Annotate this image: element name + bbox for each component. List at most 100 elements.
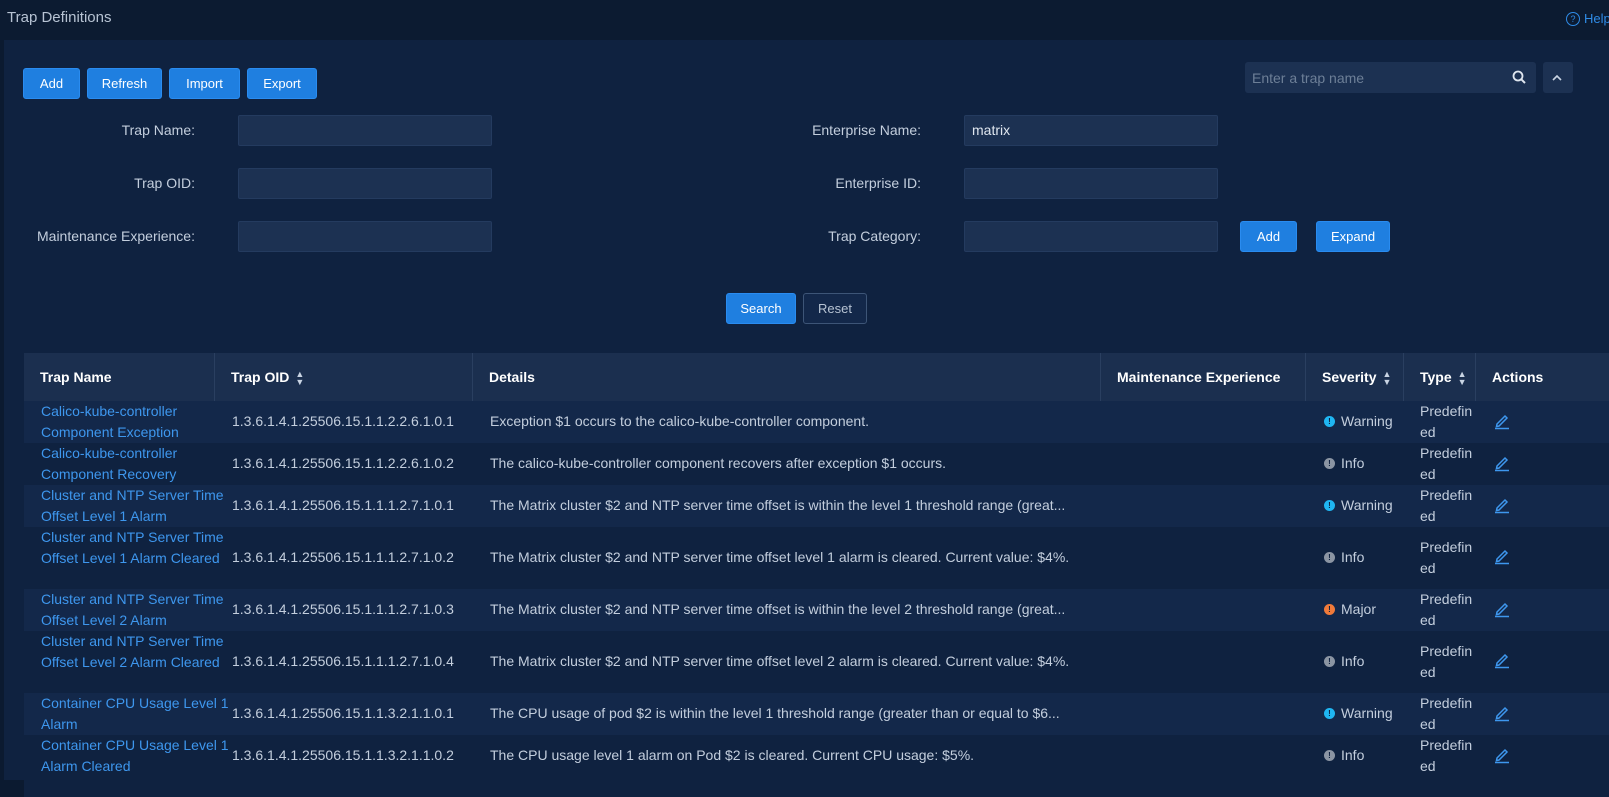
maintenance-experience-label: Maintenance Experience: <box>37 228 195 244</box>
enterprise-id-input[interactable] <box>964 168 1218 199</box>
table-header: Trap Name Trap OID ▲ ▼ Details Maintenance… <box>24 353 1609 401</box>
column-header-trap-oid[interactable]: Trap OID ▲ ▼ <box>215 353 473 401</box>
edit-icon[interactable] <box>1493 547 1511 565</box>
severity-cell: ! Warning <box>1324 495 1414 516</box>
import-button[interactable]: Import <box>169 68 240 99</box>
table-row: Cluster and NTP Server Time Offset Level… <box>24 527 1609 589</box>
details-cell: The Matrix cluster $2 and NTP server tim… <box>490 497 1066 513</box>
severity-info-icon: ! <box>1324 552 1335 563</box>
edit-icon[interactable] <box>1493 454 1511 472</box>
table-row: Cluster and NTP Server Time Offset Level… <box>24 631 1609 693</box>
add-category-button[interactable]: Add <box>1240 221 1297 252</box>
trap-search-box <box>1245 62 1536 93</box>
table-row: Container CPU Usage Level 1 Alarm Cleare… <box>24 735 1609 797</box>
trap-name-link[interactable]: Calico-kube-controller Component Excepti… <box>41 401 231 443</box>
edit-icon[interactable] <box>1493 651 1511 669</box>
sort-icon[interactable]: ▲ ▼ <box>295 370 304 387</box>
trap-oid-cell: 1.3.6.1.4.1.25506.15.1.1.2.2.6.1.0.1 <box>232 413 454 429</box>
details-cell: The CPU usage level 1 alarm on Pod $2 is… <box>490 747 975 763</box>
column-header-trap-name: Trap Name <box>24 353 215 401</box>
maintenance-experience-input[interactable] <box>238 221 492 252</box>
severity-cell: ! Warning <box>1324 703 1414 724</box>
page-title: Trap Definitions <box>7 9 112 26</box>
edit-icon[interactable] <box>1493 746 1511 764</box>
trap-name-input[interactable] <box>238 115 492 146</box>
trap-name-label: Trap Name: <box>121 122 195 138</box>
severity-info-icon: ! <box>1324 750 1335 761</box>
severity-warning-icon: ! <box>1324 500 1335 511</box>
details-cell: The Matrix cluster $2 and NTP server tim… <box>490 653 1070 669</box>
details-cell: The calico-kube-controller component rec… <box>490 455 946 471</box>
export-button[interactable]: Export <box>247 68 317 99</box>
type-cell: Predefined <box>1420 643 1473 680</box>
expand-button[interactable]: Expand <box>1316 221 1390 252</box>
trap-oid-cell: 1.3.6.1.4.1.25506.15.1.1.1.2.7.1.0.2 <box>232 549 454 565</box>
trap-oid-cell: 1.3.6.1.4.1.25506.15.1.1.1.2.7.1.0.1 <box>232 497 454 513</box>
column-header-maintenance-experience: Maintenance Experience <box>1101 353 1306 401</box>
refresh-button[interactable]: Refresh <box>87 68 162 99</box>
severity-cell: ! Info <box>1324 745 1414 766</box>
trap-oid-label: Trap OID: <box>134 175 195 191</box>
add-trap-button[interactable]: Add <box>23 68 80 99</box>
details-cell: The CPU usage of pod $2 is within the le… <box>490 705 1060 721</box>
column-header-actions: Actions <box>1492 369 1544 385</box>
trap-name-link[interactable]: Cluster and NTP Server Time Offset Level… <box>41 485 231 527</box>
help-label: Help <box>1584 11 1609 26</box>
table-row: Cluster and NTP Server Time Offset Level… <box>24 485 1609 527</box>
column-header-details: Details <box>473 353 1101 401</box>
table-row: Calico-kube-controller Component Recover… <box>24 443 1609 485</box>
search-button[interactable]: Search <box>726 293 796 324</box>
edit-icon[interactable] <box>1493 600 1511 618</box>
trap-name-link[interactable]: Cluster and NTP Server Time Offset Level… <box>41 631 231 673</box>
type-cell: Predefined <box>1420 695 1473 732</box>
table-row: Container CPU Usage Level 1 Alarm 1.3.6.… <box>24 693 1609 735</box>
trap-name-link[interactable]: Container CPU Usage Level 1 Alarm <box>41 693 231 735</box>
severity-major-icon: ! <box>1324 604 1335 615</box>
search-icon[interactable] <box>1512 70 1526 84</box>
trap-oid-cell: 1.3.6.1.4.1.25506.15.1.1.2.2.6.1.0.2 <box>232 455 454 471</box>
severity-cell: ! Info <box>1324 453 1414 474</box>
trap-name-link[interactable]: Cluster and NTP Server Time Offset Level… <box>41 527 231 569</box>
trap-oid-input[interactable] <box>238 168 492 199</box>
enterprise-name-input[interactable]: matrix <box>964 115 1218 146</box>
severity-cell: ! Warning <box>1324 411 1414 432</box>
details-cell: The Matrix cluster $2 and NTP server tim… <box>490 601 1066 617</box>
enterprise-id-label: Enterprise ID: <box>835 175 921 191</box>
trap-oid-cell: 1.3.6.1.4.1.25506.15.1.1.3.2.1.1.0.1 <box>232 705 454 721</box>
edit-icon[interactable] <box>1493 704 1511 722</box>
severity-info-icon: ! <box>1324 458 1335 469</box>
sort-icon[interactable]: ▲ ▼ <box>1458 370 1467 387</box>
severity-cell: ! Major <box>1324 599 1414 620</box>
trap-name-link[interactable]: Container CPU Usage Level 1 Alarm Cleare… <box>41 735 231 777</box>
table-row: Cluster and NTP Server Time Offset Level… <box>24 589 1609 631</box>
column-header-type[interactable]: Type ▲ ▼ <box>1404 353 1476 401</box>
trap-name-link[interactable]: Cluster and NTP Server Time Offset Level… <box>41 589 231 631</box>
collapse-button[interactable] <box>1543 62 1573 93</box>
enterprise-name-label: Enterprise Name: <box>812 122 921 138</box>
trap-oid-cell: 1.3.6.1.4.1.25506.15.1.1.1.2.7.1.0.3 <box>232 601 454 617</box>
help-icon: ? <box>1566 11 1580 26</box>
edit-icon[interactable] <box>1493 496 1511 514</box>
table-row: Calico-kube-controller Component Excepti… <box>24 401 1609 443</box>
type-cell: Predefined <box>1420 403 1473 440</box>
trap-search-input[interactable] <box>1245 62 1519 93</box>
column-header-severity[interactable]: Severity ▲ ▼ <box>1306 353 1404 401</box>
trap-oid-cell: 1.3.6.1.4.1.25506.15.1.1.3.2.1.1.0.2 <box>232 747 454 763</box>
severity-info-icon: ! <box>1324 656 1335 667</box>
trap-oid-cell: 1.3.6.1.4.1.25506.15.1.1.1.2.7.1.0.4 <box>232 653 454 669</box>
severity-cell: ! Info <box>1324 651 1414 672</box>
details-cell: The Matrix cluster $2 and NTP server tim… <box>490 549 1070 565</box>
edit-icon[interactable] <box>1493 412 1511 430</box>
severity-warning-icon: ! <box>1324 416 1335 427</box>
severity-cell: ! Info <box>1324 547 1414 568</box>
type-cell: Predefined <box>1420 737 1473 774</box>
type-cell: Predefined <box>1420 445 1473 482</box>
help-link[interactable]: ? Help <box>1566 11 1609 26</box>
title-bar: Trap Definitions ? Help <box>0 0 1609 40</box>
trap-category-input[interactable] <box>964 221 1218 252</box>
type-cell: Predefined <box>1420 591 1473 628</box>
sort-icon[interactable]: ▲ ▼ <box>1382 370 1391 387</box>
reset-button[interactable]: Reset <box>803 293 867 324</box>
details-cell: Exception $1 occurs to the calico-kube-c… <box>490 413 869 429</box>
trap-name-link[interactable]: Calico-kube-controller Component Recover… <box>41 443 231 485</box>
